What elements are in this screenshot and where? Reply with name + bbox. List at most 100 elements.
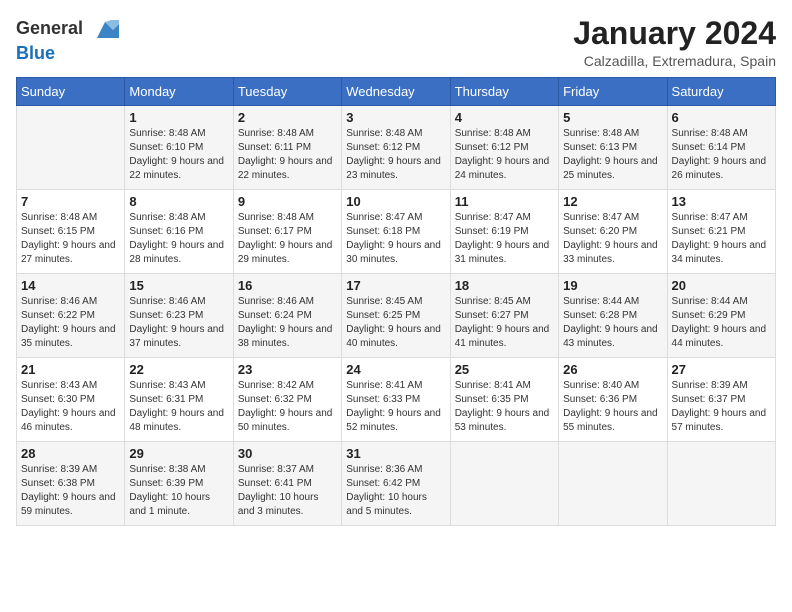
calendar-cell: 31Sunrise: 8:36 AMSunset: 6:42 PMDayligh…: [342, 442, 450, 526]
day-number: 20: [672, 278, 771, 293]
calendar-cell: 8 Sunrise: 8:48 AMSunset: 6:16 PMDaylight…: [125, 190, 233, 274]
weekday-header-saturday: Saturday: [667, 78, 775, 106]
day-number: 17: [346, 278, 445, 293]
calendar-cell: 1Sunrise: 8:48 AMSunset: 6:10 PMDaylight…: [125, 106, 233, 190]
calendar-cell: [667, 442, 775, 526]
day-info: Sunrise: 8:42 AMSunset: 6:32 PMDaylight:…: [238, 379, 337, 435]
day-number: 3: [346, 110, 445, 125]
day-info: Sunrise: 8:41 AMSunset: 6:33 PMDaylight:…: [346, 379, 445, 435]
title-area: January 2024 Calzadilla, Extremadura, Sp…: [573, 16, 776, 69]
calendar-cell: 24Sunrise: 8:41 AMSunset: 6:33 PMDayligh…: [342, 358, 450, 442]
calendar-cell: 6 Sunrise: 8:48 AMSunset: 6:14 PMDaylight…: [667, 106, 775, 190]
day-info: Sunrise: 8:47 AMSunset: 6:19 PMDaylight:…: [455, 211, 554, 267]
day-info: Sunrise: 8:48 AMSunset: 6:15 PMDaylight:…: [21, 211, 120, 267]
day-number: 22: [129, 362, 228, 377]
calendar-cell: 30 Sunrise: 8:37 AMSunset: 6:41 PMDayligh…: [233, 442, 341, 526]
day-info: Sunrise: 8:39 AMSunset: 6:37 PMDaylight:…: [672, 379, 771, 435]
calendar-cell: 27 Sunrise: 8:39 AMSunset: 6:37 PMDayligh…: [667, 358, 775, 442]
day-info: Sunrise: 8:45 AMSunset: 6:27 PMDaylight:…: [455, 295, 554, 351]
calendar-cell: 16 Sunrise: 8:46 AMSunset: 6:24 PMDayligh…: [233, 274, 341, 358]
logo-icon: [91, 16, 119, 44]
calendar-week-row: 1Sunrise: 8:48 AMSunset: 6:10 PMDaylight…: [17, 106, 776, 190]
day-number: 8: [129, 194, 228, 209]
day-info: Sunrise: 8:44 AMSunset: 6:28 PMDaylight:…: [563, 295, 662, 351]
day-number: 27: [672, 362, 771, 377]
day-info: Sunrise: 8:38 AMSunset: 6:39 PMDaylight:…: [129, 463, 228, 519]
day-number: 4: [455, 110, 554, 125]
day-number: 7: [21, 194, 120, 209]
day-info: Sunrise: 8:44 AMSunset: 6:29 PMDaylight:…: [672, 295, 771, 351]
calendar-cell: 19 Sunrise: 8:44 AMSunset: 6:28 PMDayligh…: [559, 274, 667, 358]
calendar-cell: 9Sunrise: 8:48 AMSunset: 6:17 PMDaylight…: [233, 190, 341, 274]
calendar-cell: 7 Sunrise: 8:48 AMSunset: 6:15 PMDaylight…: [17, 190, 125, 274]
day-number: 12: [563, 194, 662, 209]
weekday-header-monday: Monday: [125, 78, 233, 106]
weekday-header-tuesday: Tuesday: [233, 78, 341, 106]
day-number: 14: [21, 278, 120, 293]
calendar-cell: 28 Sunrise: 8:39 AMSunset: 6:38 PMDayligh…: [17, 442, 125, 526]
day-info: Sunrise: 8:46 AMSunset: 6:23 PMDaylight:…: [129, 295, 228, 351]
day-info: Sunrise: 8:47 AMSunset: 6:21 PMDaylight:…: [672, 211, 771, 267]
day-info: Sunrise: 8:45 AMSunset: 6:25 PMDaylight:…: [346, 295, 445, 351]
day-info: Sunrise: 8:48 AMSunset: 6:17 PMDaylight:…: [238, 211, 337, 267]
weekday-header-sunday: Sunday: [17, 78, 125, 106]
header-area: General Blue January 2024 Calzadilla, Ex…: [16, 16, 776, 69]
day-info: Sunrise: 8:46 AMSunset: 6:24 PMDaylight:…: [238, 295, 337, 351]
calendar-cell: 11 Sunrise: 8:47 AMSunset: 6:19 PMDayligh…: [450, 190, 558, 274]
day-info: Sunrise: 8:48 AMSunset: 6:12 PMDaylight:…: [346, 127, 445, 183]
calendar-cell: 29 Sunrise: 8:38 AMSunset: 6:39 PMDayligh…: [125, 442, 233, 526]
calendar-cell: 25 Sunrise: 8:41 AMSunset: 6:35 PMDayligh…: [450, 358, 558, 442]
day-info: Sunrise: 8:39 AMSunset: 6:38 PMDaylight:…: [21, 463, 120, 519]
calendar-cell: 2 Sunrise: 8:48 AMSunset: 6:11 PMDaylight…: [233, 106, 341, 190]
calendar-cell: 18Sunrise: 8:45 AMSunset: 6:27 PMDayligh…: [450, 274, 558, 358]
day-number: 19: [563, 278, 662, 293]
calendar-cell: 4 Sunrise: 8:48 AMSunset: 6:12 PMDaylight…: [450, 106, 558, 190]
calendar-cell: 17 Sunrise: 8:45 AMSunset: 6:25 PMDayligh…: [342, 274, 450, 358]
weekday-header-row: SundayMondayTuesdayWednesdayThursdayFrid…: [17, 78, 776, 106]
day-number: 31: [346, 446, 445, 461]
day-number: 1: [129, 110, 228, 125]
calendar-cell: 23 Sunrise: 8:42 AMSunset: 6:32 PMDayligh…: [233, 358, 341, 442]
day-number: 2: [238, 110, 337, 125]
day-info: Sunrise: 8:41 AMSunset: 6:35 PMDaylight:…: [455, 379, 554, 435]
calendar-cell: [17, 106, 125, 190]
calendar-table: SundayMondayTuesdayWednesdayThursdayFrid…: [16, 77, 776, 526]
calendar-cell: 26 Sunrise: 8:40 AMSunset: 6:36 PMDayligh…: [559, 358, 667, 442]
calendar-cell: 10Sunrise: 8:47 AMSunset: 6:18 PMDayligh…: [342, 190, 450, 274]
logo-general: General: [16, 16, 119, 44]
day-info: Sunrise: 8:37 AMSunset: 6:41 PMDaylight:…: [238, 463, 337, 519]
day-info: Sunrise: 8:48 AMSunset: 6:12 PMDaylight:…: [455, 127, 554, 183]
day-number: 6: [672, 110, 771, 125]
day-number: 30: [238, 446, 337, 461]
day-number: 16: [238, 278, 337, 293]
day-info: Sunrise: 8:48 AMSunset: 6:16 PMDaylight:…: [129, 211, 228, 267]
day-number: 11: [455, 194, 554, 209]
calendar-week-row: 21 Sunrise: 8:43 AMSunset: 6:30 PMDayligh…: [17, 358, 776, 442]
logo-blue: Blue: [16, 44, 119, 64]
day-number: 26: [563, 362, 662, 377]
day-number: 29: [129, 446, 228, 461]
day-info: Sunrise: 8:43 AMSunset: 6:30 PMDaylight:…: [21, 379, 120, 435]
day-number: 23: [238, 362, 337, 377]
weekday-header-wednesday: Wednesday: [342, 78, 450, 106]
calendar-title: January 2024: [573, 16, 776, 51]
day-number: 13: [672, 194, 771, 209]
day-info: Sunrise: 8:47 AMSunset: 6:18 PMDaylight:…: [346, 211, 445, 267]
calendar-cell: 20 Sunrise: 8:44 AMSunset: 6:29 PMDayligh…: [667, 274, 775, 358]
calendar-cell: 21 Sunrise: 8:43 AMSunset: 6:30 PMDayligh…: [17, 358, 125, 442]
day-number: 21: [21, 362, 120, 377]
day-number: 28: [21, 446, 120, 461]
calendar-cell: [450, 442, 558, 526]
day-info: Sunrise: 8:48 AMSunset: 6:13 PMDaylight:…: [563, 127, 662, 183]
day-info: Sunrise: 8:48 AMSunset: 6:11 PMDaylight:…: [238, 127, 337, 183]
calendar-cell: 5 Sunrise: 8:48 AMSunset: 6:13 PMDaylight…: [559, 106, 667, 190]
day-number: 5: [563, 110, 662, 125]
weekday-header-thursday: Thursday: [450, 78, 558, 106]
day-info: Sunrise: 8:48 AMSunset: 6:14 PMDaylight:…: [672, 127, 771, 183]
calendar-cell: 14Sunrise: 8:46 AMSunset: 6:22 PMDayligh…: [17, 274, 125, 358]
calendar-subtitle: Calzadilla, Extremadura, Spain: [573, 53, 776, 69]
day-number: 25: [455, 362, 554, 377]
calendar-week-row: 7 Sunrise: 8:48 AMSunset: 6:15 PMDaylight…: [17, 190, 776, 274]
day-number: 15: [129, 278, 228, 293]
day-info: Sunrise: 8:40 AMSunset: 6:36 PMDaylight:…: [563, 379, 662, 435]
